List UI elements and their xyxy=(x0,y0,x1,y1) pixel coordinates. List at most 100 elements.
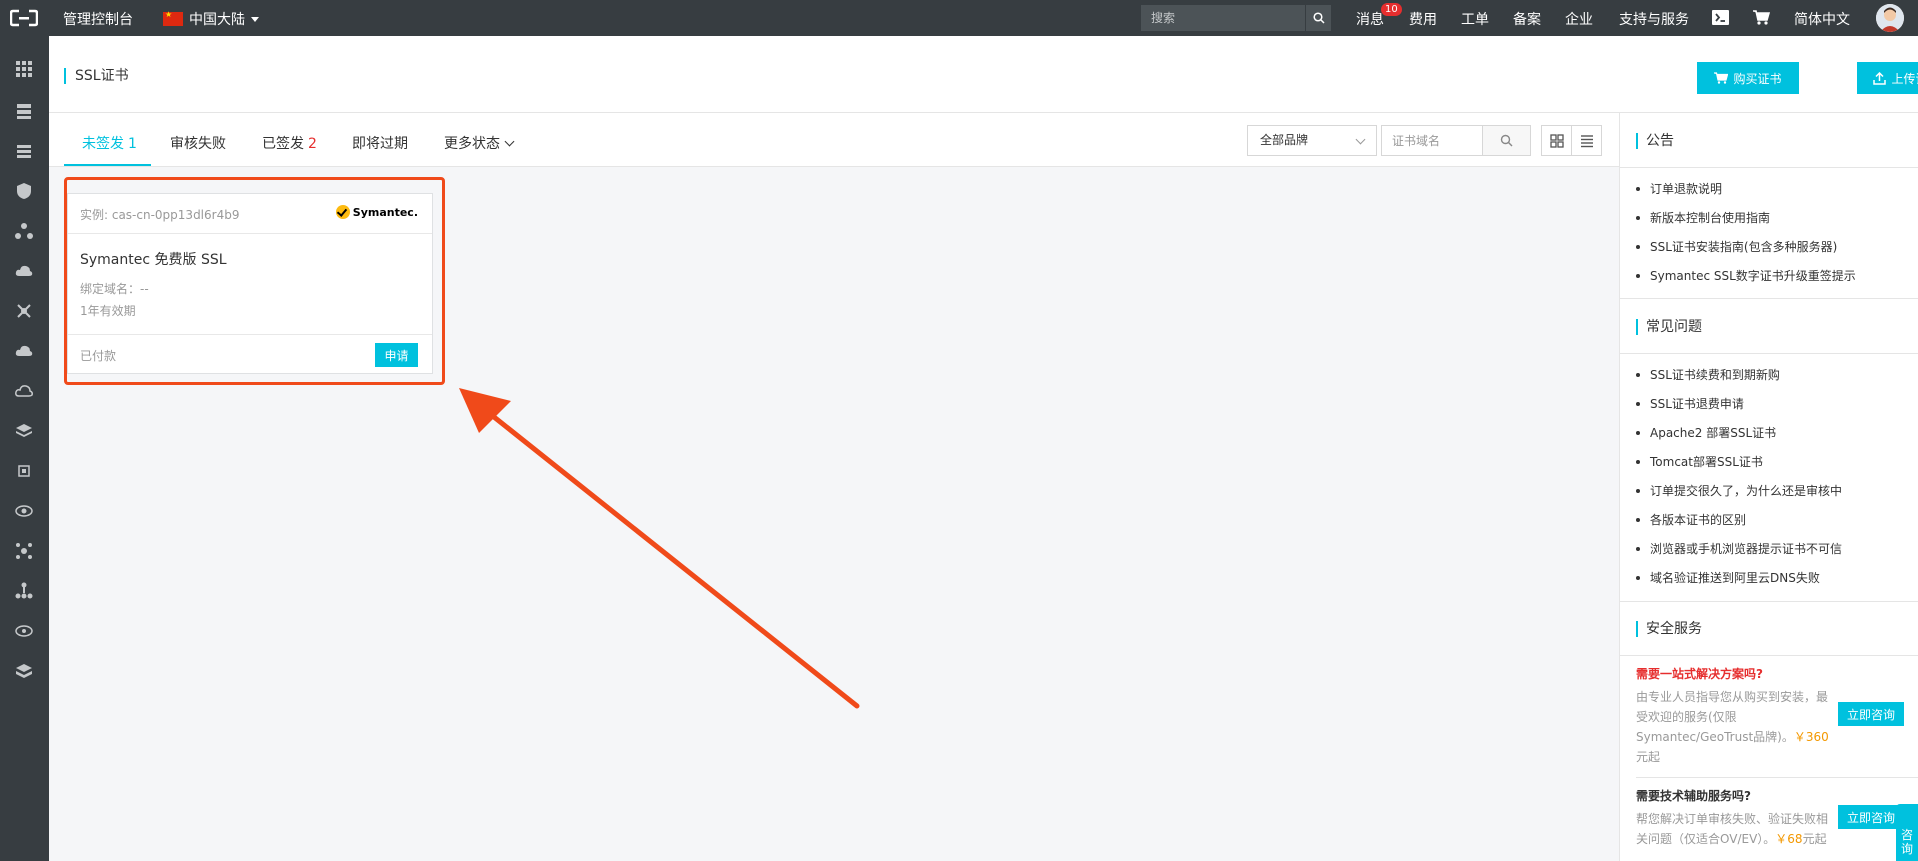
shield-icon[interactable] xyxy=(15,182,33,200)
database-icon[interactable] xyxy=(15,142,33,160)
upload-certificate-label: 上传证书 xyxy=(1891,71,1918,86)
service-price: ￥360 xyxy=(1793,730,1829,744)
faq-link[interactable]: Tomcat部署SSL证书 xyxy=(1636,454,1842,483)
tab-label: 已签发 xyxy=(262,136,304,152)
nav-language[interactable]: 简体中文 xyxy=(1794,9,1850,29)
buy-certificate-button[interactable]: 购买证书 xyxy=(1697,62,1799,94)
tab-label: 审核失败 xyxy=(170,136,226,152)
cloud-outline-icon[interactable] xyxy=(15,382,33,400)
tab-more-status[interactable]: 更多状态 xyxy=(444,133,515,153)
service-one-stop: 需要一站式解决方案吗? 由专业人员指导您从购买到安装，最受欢迎的服务(仅限Sym… xyxy=(1636,665,1836,767)
nav-enterprise[interactable]: 企业 xyxy=(1565,9,1593,29)
brand-select[interactable]: 全部品牌 xyxy=(1247,125,1377,156)
service-title: 需要一站式解决方案吗? xyxy=(1636,667,1763,681)
layers-icon[interactable] xyxy=(15,422,33,440)
messages-badge: 10 xyxy=(1381,3,1402,16)
tree-icon[interactable] xyxy=(15,582,33,600)
domain-search-button[interactable] xyxy=(1482,125,1531,156)
faq-link[interactable]: SSL证书退费申请 xyxy=(1636,396,1842,425)
china-flag-icon xyxy=(163,10,183,26)
avatar-icon xyxy=(1876,4,1904,32)
stack-icon[interactable] xyxy=(15,662,33,680)
nav-filing[interactable]: 备案 xyxy=(1513,9,1541,29)
global-search-input[interactable] xyxy=(1141,5,1305,31)
divider xyxy=(1636,777,1918,778)
faq-link[interactable]: 各版本证书的区别 xyxy=(1636,512,1842,541)
chip-icon[interactable] xyxy=(15,462,33,480)
page-header: SSL证书 购买证书 上传证书 xyxy=(49,36,1918,113)
tab-review-failed[interactable]: 审核失败 xyxy=(170,133,226,153)
cloud-upload-icon[interactable] xyxy=(15,262,33,280)
service-desc: 由专业人员指导您从购买到安装，最受欢迎的服务(仅限Symantec/GeoTru… xyxy=(1636,687,1836,767)
service-desc: 帮您解决订单审核失败、验证失败相关问题（仅适合OV/EV）。￥68元起 xyxy=(1636,809,1836,849)
tab-count: 2 xyxy=(308,136,317,152)
tab-expiring[interactable]: 即将过期 xyxy=(352,133,408,153)
announcement-link[interactable]: Symantec SSL数字证书升级重签提示 xyxy=(1636,268,1856,297)
list-view-icon xyxy=(1580,134,1593,147)
connect-icon[interactable] xyxy=(15,302,33,320)
sidebar xyxy=(0,36,49,861)
cloud-icon[interactable] xyxy=(15,342,33,360)
floating-consult-button[interactable]: 咨询 xyxy=(1896,804,1918,861)
service-price-suffix: 元起 xyxy=(1636,750,1661,764)
announcement-link[interactable]: 新版本控制台使用指南 xyxy=(1636,210,1856,239)
nav-messages[interactable]: 消息 xyxy=(1356,9,1384,29)
page-title: SSL证书 xyxy=(64,68,129,84)
grid-view-button[interactable] xyxy=(1541,125,1572,156)
region-selector[interactable]: 中国大陆 xyxy=(163,9,259,29)
faq-link[interactable]: Apache2 部署SSL证书 xyxy=(1636,425,1842,454)
announcement-link[interactable]: SSL证书安装指南(包含多种服务器) xyxy=(1636,239,1856,268)
announcements-list: 订单退款说明 新版本控制台使用指南 SSL证书安装指南(包含多种服务器) Sym… xyxy=(1636,181,1856,297)
consult-now-button[interactable]: 立即咨询 xyxy=(1838,702,1904,726)
tab-unissued[interactable]: 未签发 1 xyxy=(82,133,137,153)
faq-list: SSL证书续费和到期新购 SSL证书退费申请 Apache2 部署SSL证书 T… xyxy=(1636,367,1842,599)
cluster-icon[interactable] xyxy=(15,542,33,560)
search-icon[interactable] xyxy=(1305,5,1331,31)
eye-icon[interactable] xyxy=(15,502,33,520)
network-icon[interactable] xyxy=(15,222,33,240)
upload-icon xyxy=(1873,71,1887,85)
server-icon[interactable] xyxy=(15,102,33,120)
security-services-title: 安全服务 xyxy=(1636,621,1702,637)
divider xyxy=(1620,167,1918,168)
user-avatar[interactable] xyxy=(1876,4,1904,32)
tab-count: 1 xyxy=(128,136,137,152)
buy-certificate-label: 购买证书 xyxy=(1733,71,1782,86)
global-search xyxy=(1141,5,1331,31)
announcement-link[interactable]: 订单退款说明 xyxy=(1636,181,1856,210)
tab-label: 更多状态 xyxy=(444,136,500,152)
announcements-title: 公告 xyxy=(1636,133,1674,149)
upload-certificate-button[interactable]: 上传证书 xyxy=(1857,62,1918,94)
nav-billing[interactable]: 费用 xyxy=(1409,9,1437,29)
faq-link[interactable]: 订单提交很久了，为什么还是审核中 xyxy=(1636,483,1842,512)
console-link[interactable]: 管理控制台 xyxy=(63,9,133,29)
terminal-icon[interactable] xyxy=(1712,10,1729,25)
faq-link[interactable]: 域名验证推送到阿里云DNS失败 xyxy=(1636,570,1842,599)
list-view-button[interactable] xyxy=(1571,125,1602,156)
tab-issued[interactable]: 已签发 2 xyxy=(262,133,317,153)
brand-select-value: 全部品牌 xyxy=(1260,133,1309,147)
divider xyxy=(1620,601,1918,602)
domain-search-input[interactable] xyxy=(1381,125,1482,156)
nav-support[interactable]: 支持与服务 xyxy=(1619,9,1689,29)
active-tab-indicator xyxy=(64,164,151,166)
nav-tickets[interactable]: 工单 xyxy=(1461,9,1489,29)
faq-link[interactable]: 浏览器或手机浏览器提示证书不可信 xyxy=(1636,541,1842,570)
divider xyxy=(1620,298,1918,299)
aliyun-logo-icon[interactable] xyxy=(10,9,38,27)
grid-menu-icon[interactable] xyxy=(15,60,33,78)
cart-icon xyxy=(1714,72,1729,84)
tab-label: 未签发 xyxy=(82,136,124,152)
target-icon[interactable] xyxy=(15,622,33,640)
tab-label: 即将过期 xyxy=(352,136,408,152)
annotation-arrow-icon xyxy=(459,388,860,709)
main-content: 未签发1 审核失败 已签发2 即将过期 更多状态 全部品牌 实例: cas-cn… xyxy=(49,113,1619,861)
top-bar: 管理控制台 中国大陆 消息 10 费用 工单 备案 企业 支持与服务 简体中文 xyxy=(0,0,1918,36)
right-panel: 公告 订单退款说明 新版本控制台使用指南 SSL证书安装指南(包含多种服务器) … xyxy=(1619,113,1918,861)
consult-now-button[interactable]: 立即咨询 xyxy=(1838,805,1904,829)
region-label: 中国大陆 xyxy=(189,12,245,28)
faq-link[interactable]: SSL证书续费和到期新购 xyxy=(1636,367,1842,396)
service-price: ￥68 xyxy=(1775,832,1803,846)
service-title: 需要技术辅助服务吗? xyxy=(1636,789,1751,803)
cart-icon[interactable] xyxy=(1753,10,1770,25)
